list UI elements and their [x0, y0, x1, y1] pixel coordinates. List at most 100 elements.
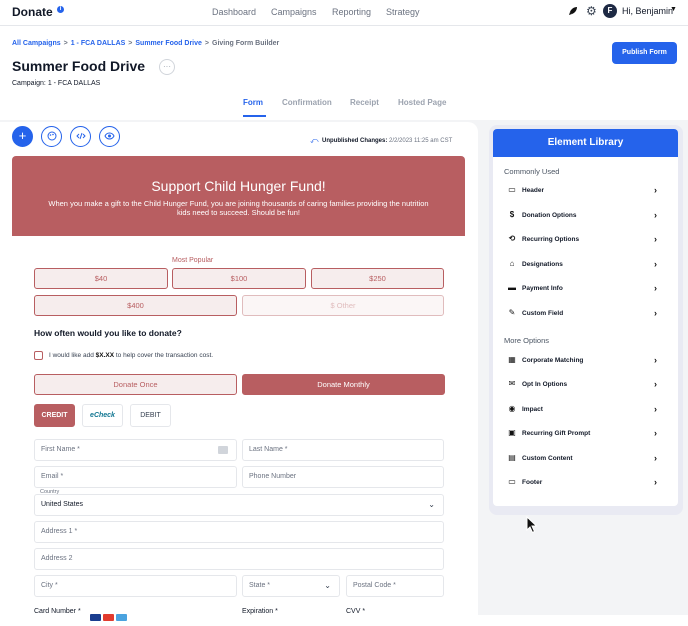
chevron-right-icon: ›	[654, 453, 657, 463]
chevron-right-icon: ›	[654, 185, 657, 195]
contact-card-icon	[218, 446, 228, 454]
first-name-field[interactable]: First Name *	[34, 439, 237, 461]
chevron-right-icon: ›	[654, 308, 657, 318]
chevron-right-icon: ›	[654, 234, 657, 244]
tab-hosted-page[interactable]: Hosted Page	[398, 98, 446, 107]
amount-option-250[interactable]: $250	[311, 268, 444, 289]
library-item-label: Custom Field	[522, 310, 564, 317]
library-item-custom-content[interactable]: ▤ Custom Content ›	[507, 453, 657, 467]
breadcrumb-separator: >	[204, 40, 209, 47]
dollar-icon: $	[509, 210, 515, 219]
library-item-label: Footer	[522, 479, 543, 486]
library-item-label: Custom Content	[522, 455, 573, 462]
state-select[interactable]: State * ⌄	[242, 575, 340, 597]
cover-fee-prefix: I would like add	[49, 352, 96, 359]
element-library-title: Element Library	[493, 129, 678, 157]
donate-monthly-button[interactable]: Donate Monthly	[242, 374, 445, 395]
chevron-right-icon: ›	[654, 477, 657, 487]
debit-payment-tab[interactable]: DEBIT	[130, 404, 171, 427]
active-tab-indicator	[243, 115, 266, 117]
breadcrumb-campaign[interactable]: 1 - FCA DALLAS	[71, 40, 126, 47]
city-field[interactable]: City *	[34, 575, 237, 597]
last-name-field[interactable]: Last Name *	[242, 439, 444, 461]
add-element-button[interactable]: +	[12, 126, 33, 147]
avatar[interactable]: F	[603, 4, 617, 18]
address2-field[interactable]: Address 2	[34, 548, 444, 570]
user-greeting[interactable]: Hi, Benjamin	[622, 6, 673, 16]
library-item-label: Recurring Gift Prompt	[522, 430, 591, 437]
address1-field[interactable]: Address 1 *	[34, 521, 444, 543]
rocket-icon[interactable]	[568, 6, 578, 19]
building-icon: ⌂	[509, 259, 515, 268]
library-item-recurring-options[interactable]: ⟲ Recurring Options ›	[507, 234, 657, 248]
unpublished-time: 2/2/2023 11:25 am CST	[389, 138, 453, 144]
first-name-placeholder: First Name *	[41, 446, 80, 453]
library-item-custom-field[interactable]: ✎ Custom Field ›	[507, 308, 657, 322]
app-logo[interactable]: Donate	[12, 5, 53, 19]
tab-form[interactable]: Form	[243, 98, 263, 107]
breadcrumb-separator: >	[128, 40, 133, 47]
message-icon: ▤	[508, 453, 516, 462]
tab-confirmation[interactable]: Confirmation	[282, 98, 332, 107]
chevron-right-icon: ›	[654, 404, 657, 414]
edit-icon: ✎	[508, 308, 516, 317]
library-item-footer[interactable]: ▭ Footer ›	[507, 477, 657, 491]
calendar-icon: ▣	[508, 428, 516, 437]
postal-code-field[interactable]: Postal Code *	[346, 575, 444, 597]
library-item-header[interactable]: ▭ Header ›	[507, 185, 657, 199]
other-amount-input[interactable]: $ Other	[242, 295, 444, 316]
preview-eye-icon[interactable]	[99, 126, 120, 147]
library-item-label: Recurring Options	[522, 236, 580, 243]
library-item-payment-info[interactable]: ▬ Payment Info ›	[507, 283, 657, 297]
library-item-impact[interactable]: ◉ Impact ›	[507, 404, 658, 418]
more-options-button[interactable]: ···	[159, 59, 175, 75]
chevron-right-icon: ›	[654, 259, 657, 269]
form-header-banner[interactable]: Support Child Hunger Fund! When you make…	[12, 156, 465, 236]
email-field[interactable]: Email *	[34, 466, 237, 488]
amount-option-400[interactable]: $400	[34, 295, 237, 316]
nav-campaigns[interactable]: Campaigns	[271, 7, 317, 17]
donate-once-button[interactable]: Donate Once	[34, 374, 237, 395]
library-item-donation-options[interactable]: $ Donation Options ›	[507, 210, 657, 224]
info-icon[interactable]: i	[57, 6, 64, 13]
nav-strategy[interactable]: Strategy	[386, 7, 420, 17]
visa-icon	[90, 614, 101, 621]
card-brand-icons	[90, 608, 129, 626]
banner-title: Support Child Hunger Fund!	[151, 178, 326, 194]
gear-icon[interactable]: ⚙	[586, 4, 597, 18]
undo-icon[interactable]: ⤺	[310, 136, 319, 146]
echeck-payment-tab[interactable]: eCheck	[82, 404, 123, 427]
nav-reporting[interactable]: Reporting	[332, 7, 371, 17]
cover-fee-amount: $X.XX	[95, 352, 115, 359]
chevron-down-icon[interactable]: ▼	[670, 6, 677, 13]
breadcrumb-separator: >	[63, 40, 68, 47]
tab-receipt[interactable]: Receipt	[350, 98, 379, 107]
publish-form-button[interactable]: Publish Form	[612, 42, 677, 64]
breadcrumb: All Campaigns >1 - FCA DALLAS > Summer Food…	[12, 40, 279, 47]
breadcrumb-form[interactable]: Summer Food Drive	[135, 40, 202, 47]
phone-field[interactable]: Phone Number	[242, 466, 444, 488]
library-item-corporate-matching[interactable]: ▦ Corporate Matching ›	[507, 355, 657, 369]
library-item-opt-in-options[interactable]: ✉ Opt In Options ›	[507, 379, 657, 393]
library-item-recurring-gift-prompt[interactable]: ▣ Recurring Gift Prompt ›	[507, 428, 657, 442]
cover-fee-checkbox[interactable]	[34, 351, 43, 360]
breadcrumb-all-campaigns[interactable]: All Campaigns	[12, 40, 61, 47]
mail-icon: ✉	[508, 379, 516, 388]
palette-icon[interactable]	[41, 126, 62, 147]
amount-option-40[interactable]: $40	[34, 268, 168, 289]
campaign-label: Campaign:	[12, 80, 46, 87]
cvv-label: CVV *	[346, 608, 366, 615]
country-select[interactable]: United States ⌄	[34, 494, 444, 516]
code-icon[interactable]	[70, 126, 91, 147]
mastercard-icon	[103, 614, 114, 621]
commonly-used-heading: Commonly Used	[504, 167, 560, 176]
footer-icon: ▭	[508, 477, 516, 486]
corporate-icon: ▦	[508, 355, 516, 364]
top-navigation-bar: Donate i Dashboard Campaigns Reporting S…	[0, 0, 688, 26]
credit-payment-tab[interactable]: CREDIT	[34, 404, 75, 427]
amount-option-100[interactable]: $100	[172, 268, 306, 289]
library-item-label: Header	[522, 187, 545, 194]
library-item-designations[interactable]: ⌂ Designations ›	[507, 259, 657, 273]
nav-dashboard[interactable]: Dashboard	[212, 7, 256, 17]
card-number-label: Card Number *	[34, 608, 81, 615]
